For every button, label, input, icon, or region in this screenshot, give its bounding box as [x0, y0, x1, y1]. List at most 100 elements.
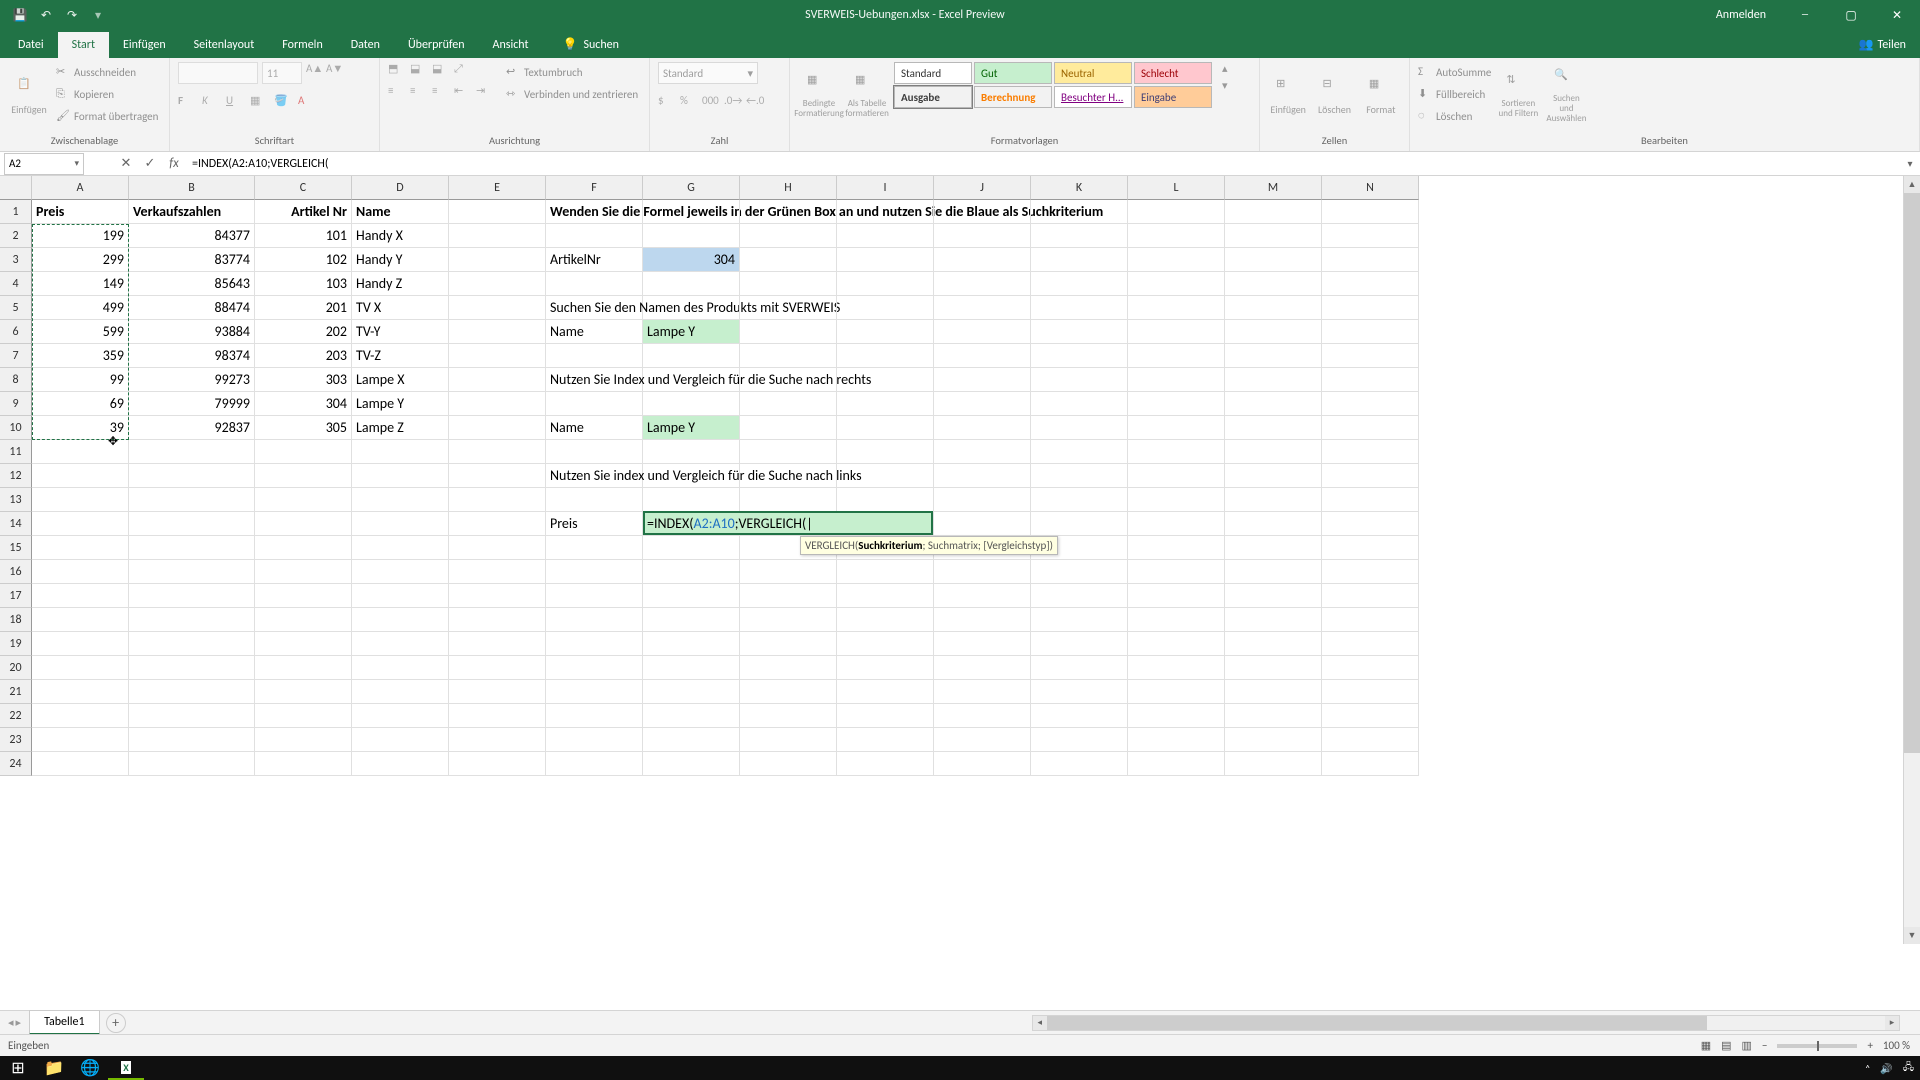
cell-M13[interactable]	[1225, 488, 1322, 512]
column-header-H[interactable]: H	[740, 176, 837, 200]
cell-C12[interactable]	[255, 464, 352, 488]
cell-G7[interactable]	[643, 344, 740, 368]
tab-seitenlayout[interactable]: Seitenlayout	[180, 32, 269, 58]
cell-E16[interactable]	[449, 560, 546, 584]
cell-J2[interactable]	[934, 224, 1031, 248]
cell-K21[interactable]	[1031, 680, 1128, 704]
cut-button[interactable]: ✂Ausschneiden	[56, 62, 158, 82]
cell-B23[interactable]	[129, 728, 255, 752]
paste-button[interactable]: 📋 Einfügen	[8, 62, 50, 130]
style-berechnung[interactable]: Berechnung	[974, 86, 1052, 108]
cell-L2[interactable]	[1128, 224, 1225, 248]
cell-B21[interactable]	[129, 680, 255, 704]
cell-C16[interactable]	[255, 560, 352, 584]
tab-datei[interactable]: Datei	[4, 32, 58, 58]
cell-J4[interactable]	[934, 272, 1031, 296]
column-header-E[interactable]: E	[449, 176, 546, 200]
cell-G10[interactable]: Lampe Y	[643, 416, 740, 440]
cell-C19[interactable]	[255, 632, 352, 656]
cell-N11[interactable]	[1322, 440, 1419, 464]
redo-icon[interactable]: ↷	[60, 3, 84, 27]
style-ausgabe[interactable]: Ausgabe	[894, 86, 972, 108]
cell-H5[interactable]	[740, 296, 837, 320]
cell-E6[interactable]	[449, 320, 546, 344]
cell-G24[interactable]	[643, 752, 740, 776]
cell-C10[interactable]: 305	[255, 416, 352, 440]
row-header-15[interactable]: 15	[0, 536, 32, 560]
cell-H21[interactable]	[740, 680, 837, 704]
cell-N17[interactable]	[1322, 584, 1419, 608]
cell-C17[interactable]	[255, 584, 352, 608]
cell-F23[interactable]	[546, 728, 643, 752]
add-sheet-button[interactable]: +	[106, 1013, 126, 1033]
enter-formula-icon[interactable]: ✓	[138, 153, 162, 175]
cell-A15[interactable]	[32, 536, 129, 560]
column-header-C[interactable]: C	[255, 176, 352, 200]
cell-J14[interactable]	[934, 512, 1031, 536]
cell-L5[interactable]	[1128, 296, 1225, 320]
cell-E19[interactable]	[449, 632, 546, 656]
cell-E2[interactable]	[449, 224, 546, 248]
cell-D10[interactable]: Lampe Z	[352, 416, 449, 440]
cell-K12[interactable]	[1031, 464, 1128, 488]
cell-N24[interactable]	[1322, 752, 1419, 776]
start-button[interactable]: ⊞	[0, 1056, 36, 1080]
cell-A22[interactable]	[32, 704, 129, 728]
cell-A23[interactable]	[32, 728, 129, 752]
fill-color-icon[interactable]: 🪣	[274, 94, 290, 110]
underline-icon[interactable]: U	[226, 94, 242, 110]
cell-E11[interactable]	[449, 440, 546, 464]
cell-I22[interactable]	[837, 704, 934, 728]
row-header-9[interactable]: 9	[0, 392, 32, 416]
cell-C15[interactable]	[255, 536, 352, 560]
cell-K22[interactable]	[1031, 704, 1128, 728]
row-header-16[interactable]: 16	[0, 560, 32, 584]
cell-K13[interactable]	[1031, 488, 1128, 512]
cell-L11[interactable]	[1128, 440, 1225, 464]
cell-I21[interactable]	[837, 680, 934, 704]
tray-network-icon[interactable]: 🖧	[1903, 1060, 1914, 1077]
style-neutral[interactable]: Neutral	[1054, 62, 1132, 84]
cell-I18[interactable]	[837, 608, 934, 632]
cell-G17[interactable]	[643, 584, 740, 608]
cell-I12[interactable]	[837, 464, 934, 488]
cell-F12[interactable]: Nutzen Sie index und Vergleich für die S…	[546, 464, 643, 488]
cell-C20[interactable]	[255, 656, 352, 680]
cell-A17[interactable]	[32, 584, 129, 608]
cell-B14[interactable]	[129, 512, 255, 536]
cell-E12[interactable]	[449, 464, 546, 488]
sheet-tab-1[interactable]: Tabelle1	[29, 1010, 100, 1035]
row-header-6[interactable]: 6	[0, 320, 32, 344]
cell-M23[interactable]	[1225, 728, 1322, 752]
cell-A8[interactable]: 99	[32, 368, 129, 392]
cell-E20[interactable]	[449, 656, 546, 680]
wrap-text-button[interactable]: ↩Textumbruch	[506, 62, 638, 82]
vscroll-thumb[interactable]	[1904, 193, 1920, 753]
cell-K4[interactable]	[1031, 272, 1128, 296]
cell-J11[interactable]	[934, 440, 1031, 464]
cell-G23[interactable]	[643, 728, 740, 752]
cell-C3[interactable]: 102	[255, 248, 352, 272]
row-header-11[interactable]: 11	[0, 440, 32, 464]
cell-I24[interactable]	[837, 752, 934, 776]
cell-N16[interactable]	[1322, 560, 1419, 584]
cell-E18[interactable]	[449, 608, 546, 632]
cell-N22[interactable]	[1322, 704, 1419, 728]
cell-L4[interactable]	[1128, 272, 1225, 296]
zoom-level[interactable]: 100 %	[1883, 1039, 1910, 1052]
cell-I9[interactable]	[837, 392, 934, 416]
autosum-button[interactable]: ΣAutoSumme	[1418, 62, 1491, 82]
cell-A9[interactable]: 69	[32, 392, 129, 416]
taskbar-edge-icon[interactable]: 🌐	[72, 1056, 108, 1080]
cell-I20[interactable]	[837, 656, 934, 680]
column-header-G[interactable]: G	[643, 176, 740, 200]
cell-C11[interactable]	[255, 440, 352, 464]
cell-G6[interactable]: Lampe Y	[643, 320, 740, 344]
cell-K2[interactable]	[1031, 224, 1128, 248]
login-button[interactable]: Anmelden	[1700, 8, 1782, 22]
cell-D16[interactable]	[352, 560, 449, 584]
cell-I7[interactable]	[837, 344, 934, 368]
cell-I4[interactable]	[837, 272, 934, 296]
cell-K14[interactable]	[1031, 512, 1128, 536]
fill-button[interactable]: ⬇Füllbereich	[1418, 84, 1491, 104]
